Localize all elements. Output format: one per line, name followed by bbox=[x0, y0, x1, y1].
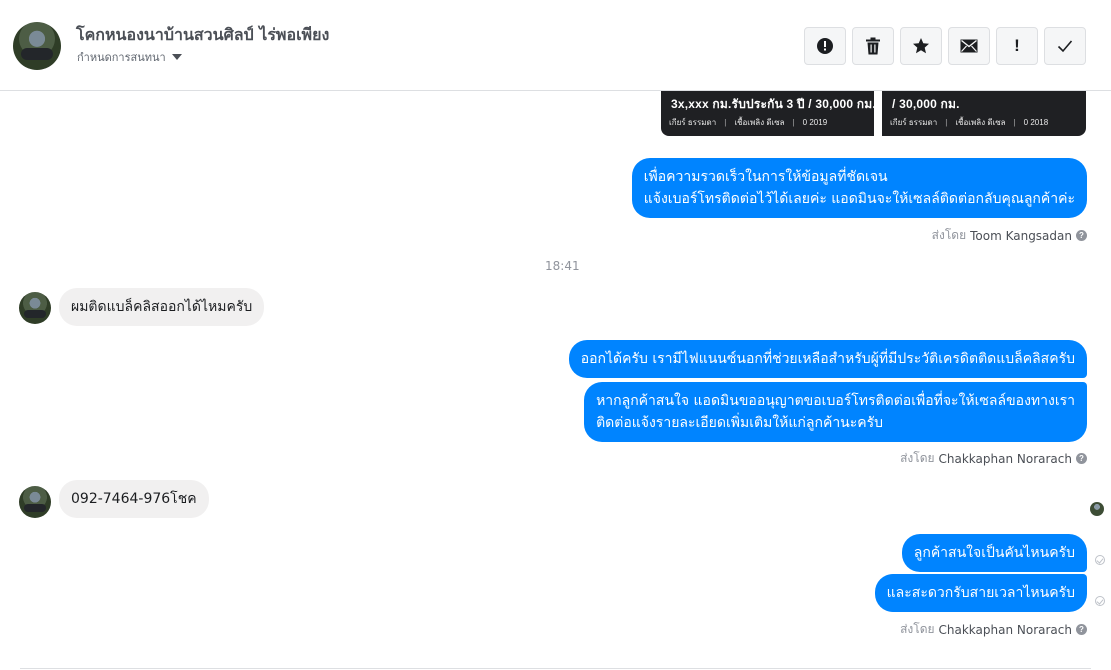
alert-circle-icon bbox=[817, 38, 833, 54]
incoming-message[interactable]: ผมติดแบล็คลิสออกได้ไหมครับ bbox=[59, 288, 265, 326]
sender-name[interactable]: Toom Kangsadan bbox=[970, 229, 1072, 243]
seen-avatar bbox=[1090, 502, 1104, 516]
caret-down-icon[interactable] bbox=[171, 54, 182, 60]
mark-done-button[interactable] bbox=[1044, 27, 1086, 65]
delivered-check-icon bbox=[1095, 555, 1105, 565]
car-listing-meta: เกียร์ ธรรมดา | เชื้อเพลิง ดีเซล | 0 201… bbox=[669, 118, 828, 127]
outgoing-message[interactable]: เพื่อความรวดเร็วในการให้ข้อมูลที่ชัดเจน … bbox=[631, 158, 1087, 218]
conversation-toolbar: ! bbox=[804, 27, 1086, 65]
fuel-icon-label: เชื้อเพลิง ดีเซล bbox=[734, 118, 785, 127]
delete-button[interactable] bbox=[852, 27, 894, 65]
car-listing-text: 3x,xxx กม.รับประกัน 3 ปี / 30,000 กม. bbox=[671, 97, 876, 111]
gear-icon-label: เกียร์ ธรรมดา bbox=[890, 118, 938, 127]
time-divider: 18:41 bbox=[545, 259, 580, 273]
car-listing-card[interactable]: / 30,000 กม. เกียร์ ธรรมดา | เชื้อเพลิง … bbox=[882, 91, 1086, 136]
mark-unread-button[interactable] bbox=[948, 27, 990, 65]
schedule-label: กำหนดการสนทนา bbox=[77, 51, 166, 64]
conversation-schedule-dropdown[interactable]: กำหนดการสนทนา bbox=[77, 48, 182, 66]
envelope-icon bbox=[960, 39, 978, 53]
message-line: ติดต่อแจ้งรายละเอียดเพิ่มเติมให้แก่ลูกค้… bbox=[596, 415, 884, 431]
sender-name[interactable]: Chakkaphan Norarach bbox=[939, 452, 1072, 466]
page-title[interactable]: โคกหนองนาบ้านสวนศิลป์ ไร่พอเพียง bbox=[76, 23, 329, 48]
question-icon[interactable]: ? bbox=[1076, 453, 1087, 464]
question-icon[interactable]: ? bbox=[1076, 230, 1087, 241]
outgoing-message[interactable]: และสะดวกรับสายเวลาไหนครับ bbox=[874, 574, 1087, 612]
fuel-icon-label: เชื้อเพลิง ดีเซล bbox=[955, 118, 1006, 127]
exclamation-icon: ! bbox=[1014, 36, 1020, 55]
customer-avatar[interactable] bbox=[19, 486, 51, 518]
follow-up-button[interactable]: ! bbox=[996, 27, 1038, 65]
message-line: เพื่อความรวดเร็วในการให้ข้อมูลที่ชัดเจน bbox=[643, 169, 888, 185]
year-label: 0 2019 bbox=[802, 118, 828, 127]
sent-by-label: ส่งโดย bbox=[900, 451, 935, 465]
delivered-check-icon bbox=[1095, 596, 1105, 606]
sent-by-info: ส่งโดย Toom Kangsadan ? bbox=[932, 226, 1087, 245]
sent-by-label: ส่งโดย bbox=[931, 228, 967, 242]
car-listing-carousel: 3x,xxx กม.รับประกัน 3 ปี / 30,000 กม. เก… bbox=[661, 91, 1086, 136]
outgoing-message[interactable]: หากลูกค้าสนใจ แอดมินขออนุญาตขอเบอร์โทรติ… bbox=[584, 382, 1087, 442]
sent-by-info: ส่งโดย Chakkaphan Norarach ? bbox=[900, 620, 1087, 639]
star-button[interactable] bbox=[900, 27, 942, 65]
outgoing-message[interactable]: ลูกค้าสนใจเป็นคันไหนครับ bbox=[901, 534, 1087, 572]
year-label: 0 2018 bbox=[1023, 118, 1049, 127]
car-listing-text: / 30,000 กม. bbox=[892, 97, 960, 111]
message-line: หากลูกค้าสนใจ แอดมินขออนุญาตขอเบอร์โทรติ… bbox=[596, 393, 1075, 409]
question-icon[interactable]: ? bbox=[1076, 624, 1087, 635]
trash-icon bbox=[866, 37, 880, 55]
outgoing-message[interactable]: ออกได้ครับ เรามีไฟแนนซ์นอกที่ช่วยเหลือสำ… bbox=[568, 340, 1087, 378]
composer-divider bbox=[20, 668, 1091, 669]
star-icon bbox=[913, 38, 929, 54]
incoming-message[interactable]: 092-7464-976โชค bbox=[59, 480, 209, 518]
sent-by-info: ส่งโดย Chakkaphan Norarach ? bbox=[900, 449, 1087, 468]
sent-by-label: ส่งโดย bbox=[900, 622, 935, 636]
conversation-header: โคกหนองนาบ้านสวนศิลป์ ไร่พอเพียง กำหนดกา… bbox=[0, 0, 1111, 91]
message-line: แจ้งเบอร์โทรติดต่อไว้ได้เลยค่ะ แอดมินจะใ… bbox=[643, 191, 1075, 207]
customer-avatar[interactable] bbox=[19, 292, 51, 324]
car-listing-meta: เกียร์ ธรรมดา | เชื้อเพลิง ดีเซล | 0 201… bbox=[890, 118, 1049, 127]
sender-name[interactable]: Chakkaphan Norarach bbox=[939, 623, 1072, 637]
checkmark-icon bbox=[1057, 40, 1073, 53]
page-avatar[interactable] bbox=[13, 22, 61, 70]
mark-spam-button[interactable] bbox=[804, 27, 846, 65]
car-listing-card[interactable]: 3x,xxx กม.รับประกัน 3 ปี / 30,000 กม. เก… bbox=[661, 91, 876, 136]
gear-icon-label: เกียร์ ธรรมดา bbox=[669, 118, 717, 127]
